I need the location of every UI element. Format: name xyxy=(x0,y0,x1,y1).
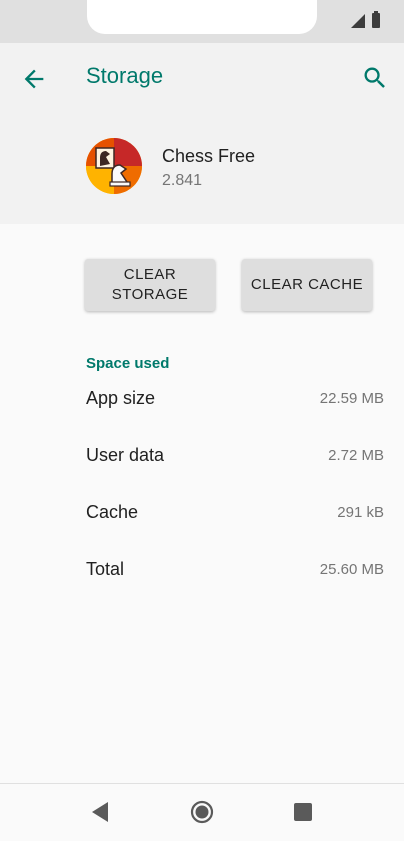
row-value: 2.72 MB xyxy=(328,446,384,464)
arrow-back-icon[interactable] xyxy=(20,65,48,93)
space-row-total: Total 25.60 MB xyxy=(86,549,384,589)
chess-app-icon xyxy=(86,138,142,194)
display-notch xyxy=(87,0,317,34)
page-title: Storage xyxy=(86,63,164,88)
row-value: 291 kB xyxy=(337,503,384,521)
row-label: User data xyxy=(86,444,165,465)
app-version: 2.841 xyxy=(162,172,203,189)
system-nav-bar xyxy=(0,783,404,841)
row-label: Cache xyxy=(86,501,139,522)
nav-back-triangle-icon[interactable] xyxy=(90,801,110,823)
app-header: Storage Chess Free 2.841 xyxy=(0,43,404,224)
status-bar xyxy=(0,0,404,43)
battery-icon xyxy=(372,11,380,28)
space-row-app-size: App size 22.59 MB xyxy=(86,378,384,418)
signal-icon xyxy=(351,13,365,28)
row-value: 22.59 MB xyxy=(319,389,384,407)
clear-cache-button[interactable]: CLEAR CACHE xyxy=(242,259,372,311)
nav-recents-square-icon[interactable] xyxy=(294,803,312,821)
space-row-cache: Cache 291 kB xyxy=(86,492,384,532)
chess-knight-icon xyxy=(86,138,142,194)
search-icon[interactable] xyxy=(361,64,389,92)
space-used-heading: Space used xyxy=(86,355,170,372)
nav-home-circle-icon[interactable] xyxy=(190,800,214,824)
app-name: Chess Free xyxy=(162,146,256,166)
row-value: 25.60 MB xyxy=(319,560,384,578)
status-icons xyxy=(351,11,380,28)
space-row-user-data: User data 2.72 MB xyxy=(86,435,384,475)
row-label: App size xyxy=(86,387,156,408)
clear-storage-button[interactable]: CLEAR STORAGE xyxy=(85,259,215,311)
row-label: Total xyxy=(86,558,125,579)
